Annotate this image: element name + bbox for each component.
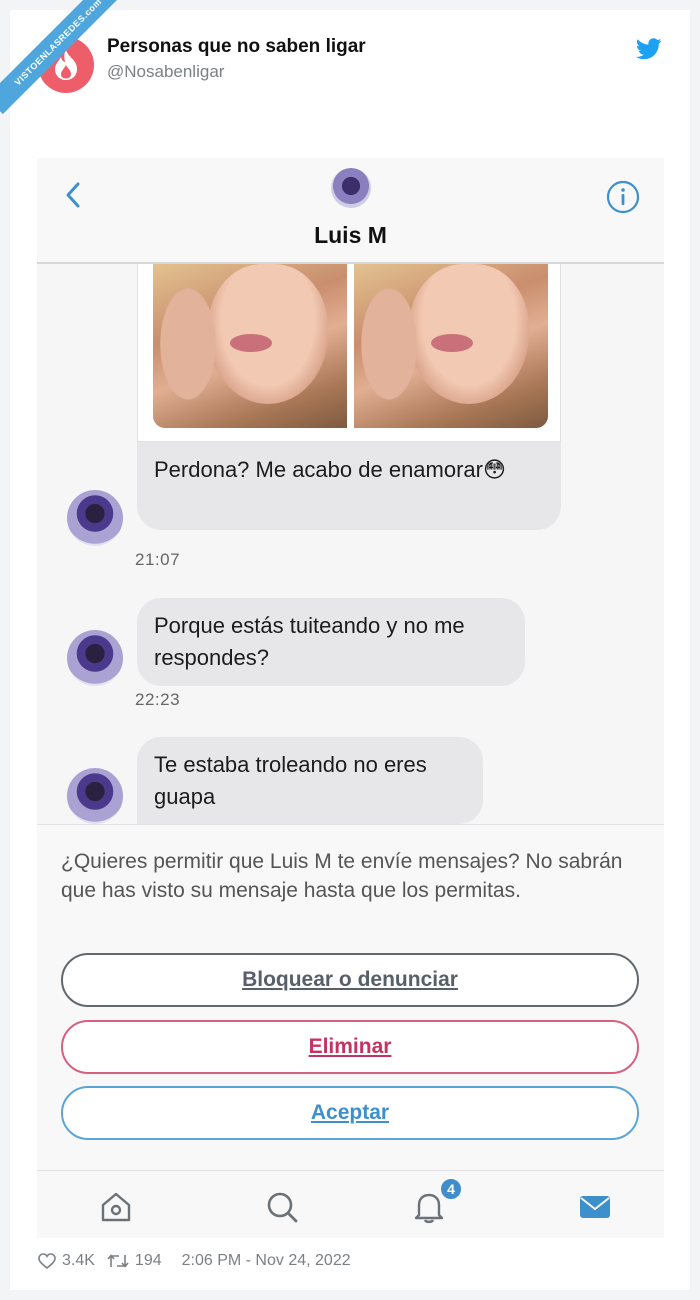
accept-button[interactable]: Aceptar: [61, 1086, 639, 1140]
info-icon[interactable]: [606, 180, 640, 214]
sender-avatar[interactable]: [67, 630, 123, 686]
contact-avatar[interactable]: [331, 168, 371, 208]
tweet-timestamp[interactable]: 2:06 PM - Nov 24, 2022: [182, 1252, 351, 1270]
photo-attachment[interactable]: [137, 264, 561, 442]
photo-left[interactable]: [153, 264, 347, 428]
message-time: 21:07: [135, 550, 181, 569]
contact-name[interactable]: Luis M: [37, 222, 664, 249]
notification-badge: 4: [439, 1177, 463, 1201]
search-icon[interactable]: [264, 1189, 300, 1225]
request-prompt: ¿Quieres permitir que Luis M te envíe me…: [61, 850, 623, 902]
twitter-bird-icon[interactable]: [636, 38, 662, 60]
conversation: Perdona? Me acabo de enamorar😳 21:07 Por…: [37, 264, 664, 824]
photo-face: [409, 264, 529, 404]
sender-avatar[interactable]: [67, 768, 123, 824]
author-handle[interactable]: @Nosabenligar: [107, 62, 224, 82]
bottom-tab-bar: 4: [37, 1170, 664, 1238]
photo-hand: [354, 274, 424, 414]
tweet-meta: 3.4K 194 2:06 PM - Nov 24, 2022: [38, 1251, 351, 1271]
retweet-count: 194: [134, 1252, 162, 1269]
block-report-button[interactable]: Bloquear o denunciar: [61, 953, 639, 1007]
photo-lips: [230, 334, 272, 352]
message-time: 22:23: [135, 690, 181, 709]
mail-icon[interactable]: [577, 1189, 613, 1225]
tweet-card: Personas que no saben ligar @Nosabenliga…: [10, 10, 690, 1290]
home-icon[interactable]: [98, 1189, 134, 1225]
back-icon[interactable]: [61, 180, 85, 210]
photo-face: [208, 264, 328, 404]
message-bubble[interactable]: Porque estás tuiteando y no me respondes…: [137, 598, 525, 686]
author-name[interactable]: Personas que no saben ligar: [107, 36, 366, 58]
delete-button[interactable]: Eliminar: [61, 1020, 639, 1074]
retweet-icon[interactable]: [107, 1253, 129, 1269]
message-request-panel: ¿Quieres permitir que Luis M te envíe me…: [37, 824, 664, 1170]
heart-icon[interactable]: [38, 1253, 56, 1269]
sender-avatar[interactable]: [67, 490, 123, 546]
message-bubble[interactable]: Te estaba troleando no eres guapa: [137, 737, 483, 824]
dm-header: Luis M: [37, 158, 664, 264]
photo-lips: [431, 334, 473, 352]
photo-hand: [153, 274, 223, 414]
like-count: 3.4K: [62, 1252, 95, 1269]
tweet-header: Personas que no saben ligar @Nosabenliga…: [10, 10, 690, 110]
photo-right[interactable]: [354, 264, 548, 428]
message-bubble[interactable]: Perdona? Me acabo de enamorar😳: [137, 442, 561, 530]
dm-screenshot: Luis M Perdona? Me acabo de enamorar😳 21…: [37, 158, 664, 1238]
